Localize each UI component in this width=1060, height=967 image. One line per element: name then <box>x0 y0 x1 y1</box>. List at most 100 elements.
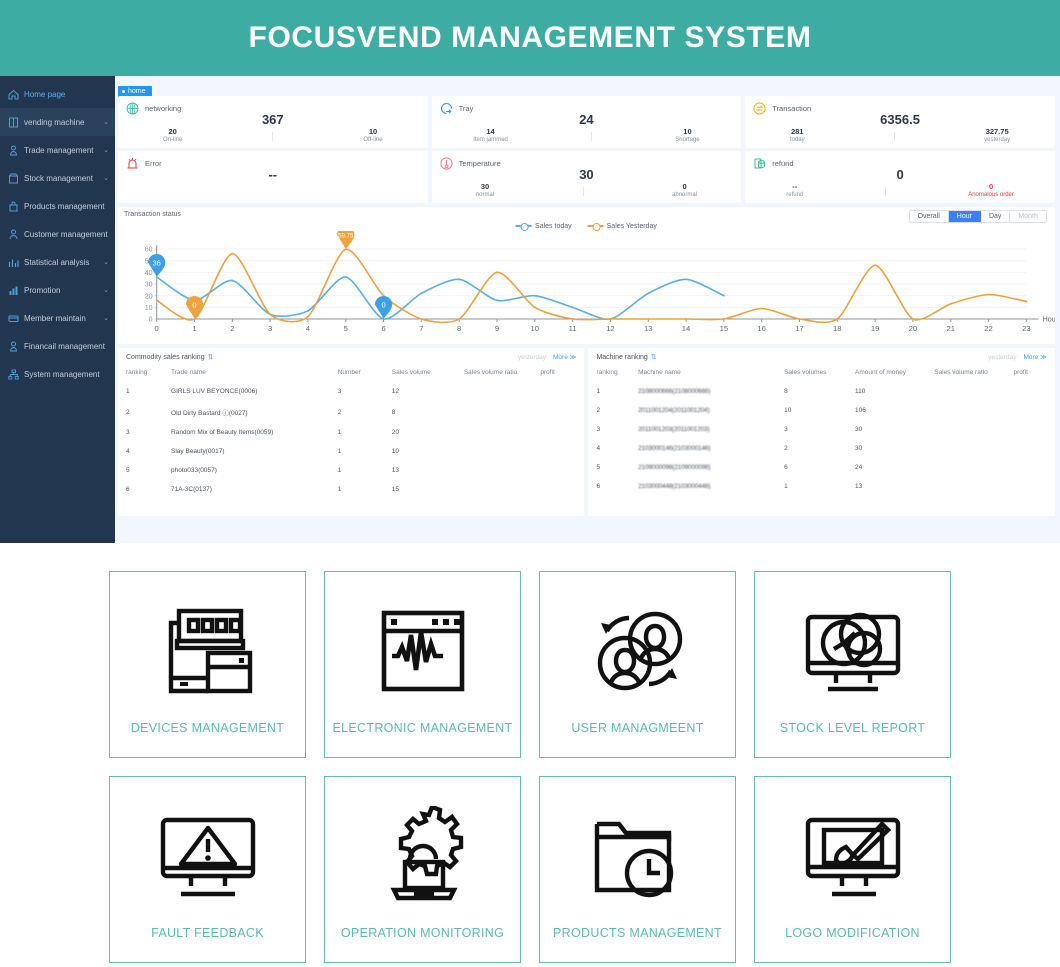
sidebar-item-customer-management[interactable]: Customer management <box>0 220 115 248</box>
stat-card-error[interactable]: Error -- <box>118 151 428 203</box>
commodity-yesterday-button[interactable]: yesterday <box>518 354 546 361</box>
svg-text:36: 36 <box>152 258 160 267</box>
commodity-ranking-table: ranking Trade name Number Sales volume Sales… <box>126 366 576 499</box>
table-cell: 2011001204(2011001204) <box>638 407 710 414</box>
table-cell <box>464 461 541 480</box>
stat-sub-metric: 327.75 yesterday <box>984 128 1010 144</box>
sidebar-item-promotion[interactable]: Promotion ⌄ <box>0 276 115 304</box>
stat-sub-label: normal <box>475 192 495 199</box>
table-cell: 20 <box>391 429 399 436</box>
stat-sub-value: 0 <box>682 182 687 192</box>
sidebar-item-system-management[interactable]: System management <box>0 360 115 388</box>
column-header: profit <box>1013 369 1028 376</box>
app-header: FOCUSVEND MANAGEMENT SYSTEM <box>0 0 1060 76</box>
tile-operation-monitoring[interactable]: OPERATION MONITORING <box>324 776 521 963</box>
stat-card-transaction[interactable]: Transaction 6356.5 281 today 327.75 yesterday <box>745 96 1055 148</box>
tile-stock-level-report[interactable]: STOCK LEVEL REPORT <box>754 571 951 758</box>
machine-more-link[interactable]: More ≫ <box>1023 353 1046 361</box>
chevron-down-icon[interactable]: ⌄ <box>103 286 109 294</box>
stat-card-footer: 30 normal 0 abnormal <box>432 183 742 199</box>
table-row[interactable]: 2 2011001204(2011001204) 10 106 <box>596 401 1046 420</box>
sidebar-item-home-page[interactable]: Home page <box>0 80 115 108</box>
table-cell: 6 <box>126 486 130 493</box>
table-row[interactable]: 3 2011001203(2011001203) 3 30 <box>596 420 1046 439</box>
table-cell: 10 <box>391 448 399 455</box>
tile-products-management[interactable]: PRODUCTS MANAGEMENT <box>539 776 736 963</box>
range-button-hour[interactable]: Hour <box>948 211 981 222</box>
page-title: FOCUSVEND MANAGEMENT SYSTEM <box>248 21 812 54</box>
sort-icon[interactable]: ⇅ <box>651 353 657 361</box>
tile-label: PRODUCTS MANAGEMENT <box>553 926 722 940</box>
table-row[interactable]: 5 2109000098(2109000098) 6 24 <box>596 458 1046 477</box>
table-cell: photo033(0057) <box>171 467 217 474</box>
commodity-ranking-header: Commodity sales ranking ⇅ yesterday More… <box>126 353 576 362</box>
table-cell: 1 <box>337 467 342 474</box>
table-cell: 106 <box>855 407 866 414</box>
table-row[interactable]: 6 71A-3C(0137) 1 15 <box>126 480 576 499</box>
chevron-down-icon[interactable]: ⌄ <box>103 314 109 322</box>
table-row[interactable]: 6 2103000448(2103000448) 1 13 <box>596 477 1046 496</box>
range-button-overall[interactable]: Overall <box>909 211 949 222</box>
tabbar: home <box>118 80 1055 98</box>
sidebar-item-vending-machine[interactable]: vending machine ⌄ <box>0 108 115 136</box>
table-row[interactable]: 1 GIRLS LUV BEYONCE(0006) 3 12 <box>126 382 576 401</box>
table-row[interactable]: 2 Old Dirty Bastard ⓘ(0027) 2 8 <box>126 401 576 423</box>
sidebar-item-member-maintain[interactable]: Member maintain ⌄ <box>0 304 115 332</box>
table-row[interactable]: 4 Slay Beauty(0017) 1 10 <box>126 442 576 461</box>
sidebar-item-financail-management[interactable]: Financail management <box>0 332 115 360</box>
machine-ranking-actions: yesterday More ≫ <box>988 353 1047 362</box>
stat-sub-value: 20 <box>168 127 177 137</box>
svg-text:10: 10 <box>145 305 153 312</box>
column-header: ranking <box>126 369 148 376</box>
tile-user-managmeent[interactable]: USER MANAGMEENT <box>539 571 736 758</box>
table-row[interactable]: 5 photo033(0057) 1 13 <box>126 461 576 480</box>
table-row[interactable]: 1 2108000666(2108000666) 8 110 <box>596 382 1046 401</box>
legend-label: Sales today <box>535 222 572 230</box>
commodity-more-link[interactable]: More ≫ <box>553 353 576 361</box>
svg-text:16: 16 <box>757 324 765 333</box>
machine-icon <box>7 116 20 129</box>
table-cell <box>1013 401 1046 420</box>
range-button-month[interactable]: Month <box>1010 211 1046 222</box>
svg-text:59.75: 59.75 <box>338 234 354 240</box>
stat-card-temperature[interactable]: Temperature 30 30 normal 0 abnormal <box>431 151 742 203</box>
stat-sub-label: Item jammed <box>473 137 508 144</box>
range-switch[interactable]: Overall Hour Day Month <box>908 210 1047 223</box>
tile-logo-modification[interactable]: LOGO MODIFICATION <box>754 776 951 963</box>
stat-card-tray[interactable]: Tray 24 14 Item jammed 10 Shortage <box>431 96 742 148</box>
feature-tiles-row-1: DEVICES MANAGEMENT ELECTRONIC MANAGEMENT U… <box>0 571 1060 758</box>
sidebar-item-statistical-analysis[interactable]: Statistical analysis ⌄ <box>0 248 115 276</box>
range-button-day[interactable]: Day <box>980 211 1011 222</box>
stat-sub-metric: 14 Item jammed <box>473 128 508 144</box>
machine-yesterday-button[interactable]: yesterday <box>988 354 1016 361</box>
home-icon <box>7 88 20 101</box>
svg-text:40: 40 <box>145 270 153 277</box>
legend-item-sales-today[interactable]: Sales today <box>516 222 572 231</box>
table-cell: 10 <box>784 407 792 414</box>
column-header: ranking <box>596 369 618 376</box>
sidebar-item-products-management[interactable]: Products management <box>0 192 115 220</box>
sidebar-item-label: vending machine <box>24 117 85 127</box>
table-cell: 15 <box>391 486 399 493</box>
table-cell: 12 <box>391 388 399 395</box>
svg-text:15: 15 <box>720 324 728 333</box>
sidebar-item-stock-management[interactable]: Stock management ⌄ <box>0 164 115 192</box>
chevron-down-icon[interactable]: ⌄ <box>103 174 109 182</box>
chevron-down-icon[interactable]: ⌄ <box>103 146 109 154</box>
stat-sub-metric: 10 Off-line <box>363 128 382 144</box>
table-row[interactable]: 3 Random Mix of Beauty Items(0059) 1 20 <box>126 423 576 442</box>
stat-card-refund[interactable]: refund 0 -- refund 0 Anomalous order <box>745 151 1055 203</box>
sidebar-item-trade-management[interactable]: Trade management ⌄ <box>0 136 115 164</box>
legend-item-sales-yesterday[interactable]: Sales Yesterday <box>587 222 657 231</box>
sort-icon[interactable]: ⇅ <box>208 353 214 361</box>
chevron-down-icon[interactable]: ⌄ <box>103 118 109 126</box>
table-row[interactable]: 4 2103000146(2103000146) 2 30 <box>596 439 1046 458</box>
tile-label: OPERATION MONITORING <box>340 926 505 940</box>
stat-card-networking[interactable]: networking 367 20 On-line 10 Off-line <box>118 96 428 148</box>
tile-electronic-management[interactable]: ELECTRONIC MANAGEMENT <box>324 571 521 758</box>
stat-sub-label: yesterday <box>984 137 1011 144</box>
tile-devices-management[interactable]: DEVICES MANAGEMENT <box>109 571 306 758</box>
tile-fault-feedback[interactable]: FAULT FEEDBACK <box>109 776 306 963</box>
sidebar-item-label: Home page <box>24 89 66 99</box>
chevron-down-icon[interactable]: ⌄ <box>103 258 109 266</box>
